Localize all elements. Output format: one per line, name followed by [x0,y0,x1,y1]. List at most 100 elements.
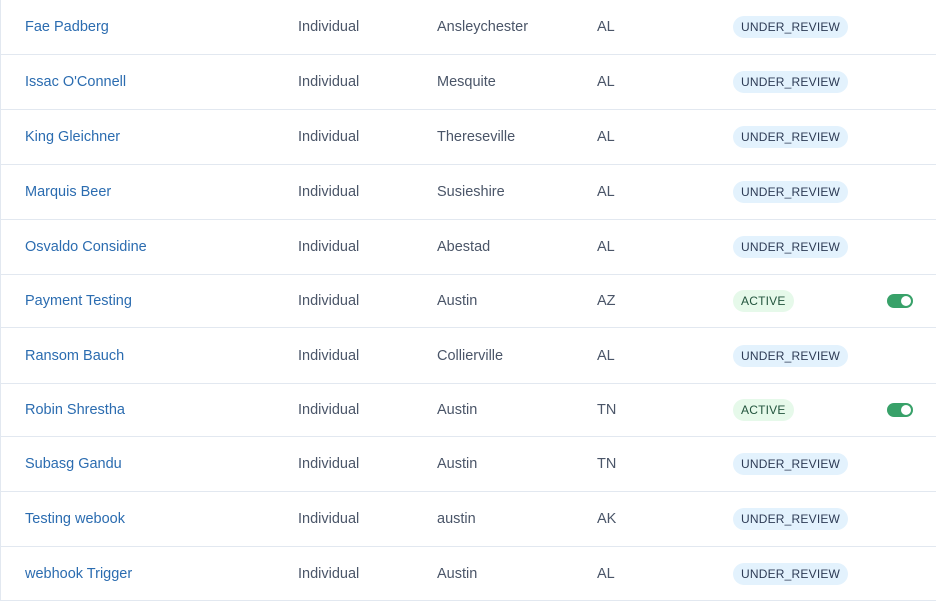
customer-state-text: AL [597,74,615,90]
customer-name-link-text[interactable]: Subasg Gandu [25,456,122,472]
customer-city: Austin [437,275,477,327]
status-badge: UNDER_REVIEW [733,16,849,38]
customer-name-link[interactable]: Ransom Bauch [25,328,124,383]
status-cell: UNDER_REVIEW [733,165,849,219]
customer-city: Susieshire [437,165,505,219]
customer-type-text: Individual [298,239,360,255]
status-cell: ACTIVE [733,384,794,436]
customer-city: austin [437,492,476,546]
status-cell: UNDER_REVIEW [733,220,849,274]
status-cell: UNDER_REVIEW [733,55,849,109]
customer-state: AL [597,55,615,109]
customer-state: AL [597,328,615,383]
status-badge: UNDER_REVIEW [733,344,849,367]
customer-name-link[interactable]: webhook Trigger [25,547,132,600]
customer-type: Individual [298,55,359,109]
customer-type: Individual [298,547,359,600]
customer-name-link[interactable]: Testing webook [25,492,125,546]
status-cell: UNDER_REVIEW [733,110,849,164]
customer-state: AK [597,492,616,546]
table-row[interactable]: Testing webook Individual austin AK UNDER_RE… [1,492,936,547]
customers-table: Fae Padberg Individual Ansleychester AL UNDE… [0,0,936,601]
customer-type-text: Individual [298,293,360,309]
customer-type-text: Individual [298,456,360,472]
status-badge: UNDER_REVIEW [733,126,849,148]
customer-city-text: austin [437,511,476,527]
customer-type: Individual [298,220,359,274]
customer-type-text: Individual [298,74,360,90]
customer-type: Individual [298,328,359,383]
customer-name-link-text[interactable]: Issac O'Connell [25,74,126,90]
table-row[interactable]: Robin Shrestha Individual Austin TN ACTIVE [1,384,936,437]
customer-name-link-text[interactable]: Testing webook [25,511,125,527]
status-badge: UNDER_REVIEW [733,181,849,203]
status-cell: UNDER_REVIEW [733,328,849,383]
customer-name-link-text[interactable]: Ransom Bauch [25,348,124,364]
customer-type-text: Individual [298,511,360,527]
customer-name-link-text[interactable]: Fae Padberg [25,19,109,35]
table-row[interactable]: King Gleichner Individual Thereseville AL UN… [1,110,936,165]
table-row[interactable]: Payment Testing Individual Austin AZ ACTIVE [1,275,936,328]
customer-city: Austin [437,547,477,600]
customer-state-text: AL [597,239,615,255]
customer-state: AZ [597,275,616,327]
status-badge: UNDER_REVIEW [733,71,849,93]
customer-city: Austin [437,384,477,436]
customer-name-link-text[interactable]: Marquis Beer [25,184,111,200]
customer-city-text: Thereseville [437,129,516,145]
customer-name-link[interactable]: Marquis Beer [25,165,111,219]
toggle-cell [887,275,913,327]
customer-name-link[interactable]: Subasg Gandu [25,437,122,491]
customer-city-text: Austin [437,456,478,472]
customer-type-text: Individual [298,19,360,35]
customer-state-text: AL [597,129,615,145]
customer-city: Abestad [437,220,490,274]
customer-city: Austin [437,437,477,491]
toggle-knob [901,296,911,306]
customer-type-text: Individual [298,129,360,145]
customer-state-text: AL [597,184,615,200]
table-row[interactable]: Ransom Bauch Individual Collierville AL UNDE… [1,328,936,384]
table-row[interactable]: Fae Padberg Individual Ansleychester AL UNDE… [1,0,936,55]
table-row[interactable]: Marquis Beer Individual Susieshire AL UNDER_… [1,165,936,220]
table-row[interactable]: webhook Trigger Individual Austin AL UNDER_R… [1,547,936,601]
customer-name-link[interactable]: Payment Testing [25,275,132,327]
toggle-knob [901,405,911,415]
customer-state-text: AZ [597,293,616,309]
customer-type: Individual [298,275,359,327]
active-toggle[interactable] [887,403,913,417]
customer-state-text: TN [597,402,617,418]
customer-name-link-text[interactable]: Payment Testing [25,293,132,309]
customer-name-link[interactable]: Issac O'Connell [25,55,126,109]
status-badge: UNDER_REVIEW [733,236,849,258]
customer-city: Ansleychester [437,0,528,54]
customer-state: TN [597,437,616,491]
table-row[interactable]: Issac O'Connell Individual Mesquite AL UNDER… [1,55,936,110]
customer-city-text: Susieshire [437,184,505,200]
customer-state: AL [597,165,615,219]
customer-name-link[interactable]: Osvaldo Considine [25,220,147,274]
status-cell: UNDER_REVIEW [733,492,849,546]
customer-city: Collierville [437,328,503,383]
customer-type-text: Individual [298,184,360,200]
customer-name-link[interactable]: King Gleichner [25,110,120,164]
customer-type: Individual [298,110,359,164]
customer-state: AL [597,220,615,274]
customer-name-link-text[interactable]: Robin Shrestha [25,402,125,418]
customer-type-text: Individual [298,347,360,364]
customer-state: TN [597,384,616,436]
table-row[interactable]: Osvaldo Considine Individual Abestad AL UNDE… [1,220,936,275]
customer-type-text: Individual [298,402,360,418]
customer-name-link[interactable]: Robin Shrestha [25,384,125,436]
status-cell: UNDER_REVIEW [733,437,849,491]
customer-name-link[interactable]: Fae Padberg [25,0,109,54]
table-row[interactable]: Subasg Gandu Individual Austin TN UNDER_REVI… [1,437,936,492]
customer-name-link-text[interactable]: King Gleichner [25,129,120,145]
customer-city: Mesquite [437,55,496,109]
customer-name-link-text[interactable]: Osvaldo Considine [25,239,147,255]
customer-state-text: AL [597,19,615,35]
active-toggle[interactable] [887,294,913,308]
customer-name-link-text[interactable]: webhook Trigger [25,566,132,582]
customer-city-text: Austin [437,293,478,309]
customer-type: Individual [298,384,359,436]
